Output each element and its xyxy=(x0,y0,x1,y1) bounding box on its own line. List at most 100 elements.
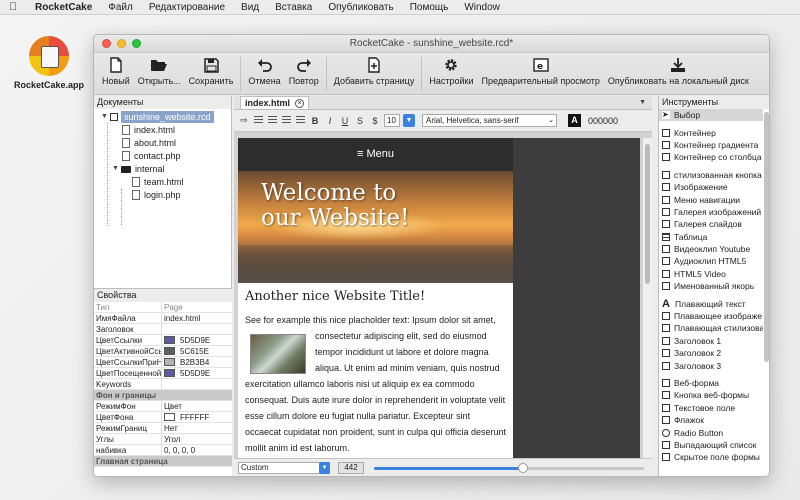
font-family-select[interactable]: Arial, Helvetica, sans-serif ⌄ xyxy=(422,114,557,127)
tool-item[interactable]: Заголовок 2 xyxy=(659,347,763,359)
property-value[interactable]: Угол xyxy=(162,434,232,444)
tool-item[interactable]: Заголовок 1 xyxy=(659,335,763,347)
scrollbar-thumb[interactable] xyxy=(764,112,769,362)
tool-item[interactable]: Контейнер со столбца xyxy=(659,151,763,163)
tool-item[interactable]: A Плавающий текст xyxy=(659,297,763,309)
hero-image[interactable]: Welcome to our Website! xyxy=(238,171,513,283)
menu-view[interactable]: Вид xyxy=(241,2,259,13)
property-row[interactable]: Keywords xyxy=(94,379,232,390)
property-value[interactable]: B2B3B4 xyxy=(162,357,232,367)
tool-item[interactable]: Выпадающий список xyxy=(659,439,763,451)
tool-item[interactable]: Таблица xyxy=(659,231,763,243)
tool-item[interactable]: Галерея изображений xyxy=(659,206,763,218)
hero-title[interactable]: Welcome to our Website! xyxy=(261,181,409,231)
tool-item[interactable]: Видеоклип Youtube xyxy=(659,243,763,255)
property-value[interactable]: 5D5D9E xyxy=(162,368,232,378)
menu-insert[interactable]: Вставка xyxy=(275,2,312,13)
settings-button[interactable]: Настройки xyxy=(425,53,477,86)
new-button[interactable]: Новый xyxy=(98,53,134,86)
property-value[interactable]: 0, 0, 0, 0 xyxy=(162,445,232,455)
property-value[interactable]: Цвет xyxy=(162,401,232,411)
tool-item[interactable]: Плавающая стилизова xyxy=(659,322,763,334)
tool-item[interactable]: Контейнер градиента xyxy=(659,139,763,151)
property-row[interactable]: Углы Угол xyxy=(94,434,232,445)
page-content[interactable]: Another nice Website Title! See for exam… xyxy=(238,283,513,456)
menu-app[interactable]: RocketCake xyxy=(35,2,92,13)
paragraph-first-line[interactable]: See for example this nice placholder tex… xyxy=(245,312,507,328)
save-button[interactable]: Сохранить xyxy=(185,53,238,86)
tool-item[interactable]: Меню навигации xyxy=(659,193,763,205)
tool-item[interactable]: Заголовок 3 xyxy=(659,359,763,371)
undo-button[interactable]: Отмена xyxy=(244,53,284,86)
tool-item[interactable]: Веб-форма xyxy=(659,377,763,389)
tool-item[interactable]: стилизованная кнопка xyxy=(659,169,763,181)
color-swatch[interactable] xyxy=(164,369,175,377)
page-nav-menu[interactable]: ≡ Menu xyxy=(238,138,513,171)
publish-button[interactable]: Опубликовать на локальный диск xyxy=(604,53,753,86)
bold-icon[interactable]: B xyxy=(309,115,321,127)
property-value[interactable]: FFFFFF xyxy=(162,412,232,422)
tab-index-html[interactable]: index.html × xyxy=(240,96,310,109)
tool-item[interactable]: Именованный якорь xyxy=(659,280,763,292)
property-row[interactable]: ЦветФона FFFFFF xyxy=(94,412,232,423)
color-swatch[interactable] xyxy=(164,347,175,355)
tab-overflow-icon[interactable]: ▼ xyxy=(639,99,646,106)
menu-edit[interactable]: Редактирование xyxy=(149,2,225,13)
expand-triangle-icon[interactable]: ▼ xyxy=(112,163,119,175)
align-justify-icon[interactable] xyxy=(296,116,305,125)
tool-item[interactable]: Текстовое поле xyxy=(659,402,763,414)
color-swatch[interactable] xyxy=(164,413,175,421)
tool-item[interactable]: Изображение xyxy=(659,181,763,193)
tool-item[interactable]: Кнопка веб-формы xyxy=(659,389,763,401)
property-row[interactable]: ИмяФайла index.html xyxy=(94,313,232,324)
property-value[interactable] xyxy=(162,379,232,389)
align-center-icon[interactable] xyxy=(268,116,277,125)
property-value[interactable] xyxy=(162,324,232,334)
page-heading[interactable]: Another nice Website Title! xyxy=(245,289,507,304)
add-page-button[interactable]: Добавить страницу xyxy=(330,53,419,86)
property-row[interactable]: РежимФон Цвет xyxy=(94,401,232,412)
property-row[interactable]: Заголовок xyxy=(94,324,232,335)
tree-file-row[interactable]: contact.php xyxy=(122,150,181,162)
color-swatch[interactable] xyxy=(164,336,175,344)
tool-select[interactable]: ➤ Выбор xyxy=(659,109,763,122)
page-size-select[interactable]: Custom ▼ xyxy=(238,461,330,474)
expand-triangle-icon[interactable]: ▼ xyxy=(101,111,108,123)
slider-knob[interactable] xyxy=(517,462,528,473)
text-color-button[interactable]: A xyxy=(568,114,581,127)
underline-icon[interactable]: U xyxy=(339,115,351,127)
waterfall-image[interactable] xyxy=(250,334,306,374)
tool-item[interactable]: Контейнер xyxy=(659,126,763,138)
tool-item[interactable]: Аудиоклип HTML5 xyxy=(659,255,763,267)
menu-publish[interactable]: Опубликовать xyxy=(328,2,393,13)
apple-icon[interactable]:  xyxy=(9,1,23,13)
property-row[interactable]: ЦветПосещенной 5D5D9E xyxy=(94,368,232,379)
tree-file-row[interactable]: about.html xyxy=(122,137,176,149)
property-row[interactable]: набивка 0, 0, 0, 0 xyxy=(94,445,232,456)
tree-file-row[interactable]: team.html xyxy=(132,176,184,188)
tree-file-row[interactable]: index.html xyxy=(122,124,175,136)
tool-item[interactable]: Флажок xyxy=(659,414,763,426)
zoom-window-button[interactable] xyxy=(132,39,141,48)
desktop-app-icon[interactable]: RocketCake.app xyxy=(14,36,84,90)
tool-item[interactable]: Radio Button xyxy=(659,426,763,438)
align-left-icon[interactable] xyxy=(254,116,263,125)
title-bar[interactable]: RocketCake - sunshine_website.rcd* xyxy=(94,35,769,53)
menu-window[interactable]: Window xyxy=(464,2,500,13)
tool-item[interactable]: HTML5 Video xyxy=(659,268,763,280)
property-value[interactable]: 5C615E xyxy=(162,346,232,356)
font-size-dropdown-icon[interactable]: ▼ xyxy=(403,114,415,127)
property-row[interactable]: ЦветАктивнойСсы 5C615E xyxy=(94,346,232,357)
align-right-icon[interactable] xyxy=(282,116,291,125)
close-tab-icon[interactable]: × xyxy=(295,98,305,108)
link-icon[interactable]: ⇨ xyxy=(238,115,250,127)
strikethrough-icon[interactable]: S xyxy=(354,115,366,127)
open-button[interactable]: Открыть... xyxy=(134,53,185,86)
property-value[interactable]: index.html xyxy=(162,313,232,323)
canvas-scrollbar[interactable] xyxy=(643,138,652,458)
italic-icon[interactable]: I xyxy=(324,115,336,127)
page-width-slider[interactable] xyxy=(374,462,644,474)
property-row[interactable]: ЦветСсылкиПриНа B2B3B4 xyxy=(94,357,232,368)
tool-item[interactable]: Галерея слайдов xyxy=(659,218,763,230)
scrollbar-thumb[interactable] xyxy=(645,144,650,284)
